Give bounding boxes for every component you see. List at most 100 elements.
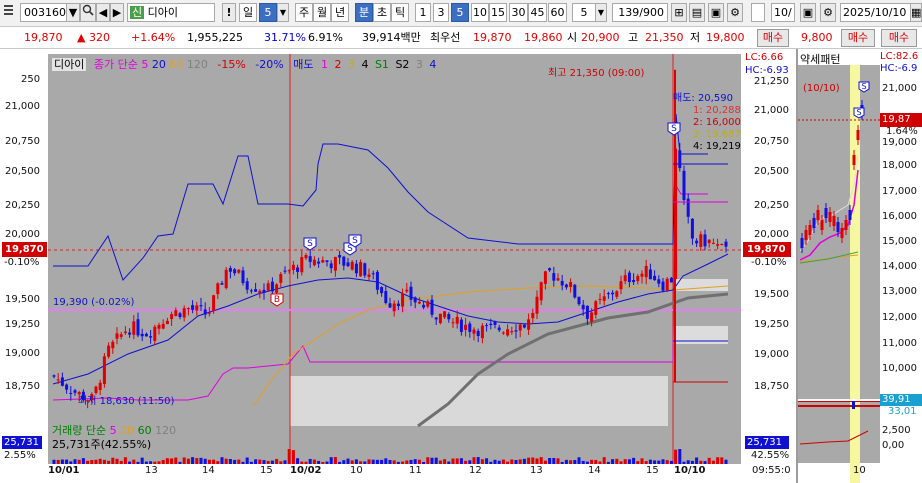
candle-body <box>417 301 421 304</box>
candle-body <box>443 311 447 318</box>
right-y-tick: 20,250 <box>754 200 789 211</box>
stock-code-input[interactable]: 003160 <box>20 3 67 22</box>
volume-bar <box>123 457 127 464</box>
legend-ma-5[interactable]: 5 <box>141 58 148 71</box>
period-second-button[interactable]: 초 <box>373 3 391 22</box>
side-candle-body <box>812 218 816 228</box>
x-axis: 10/01 13 14 15 10/02 10 11 12 13 14 15 1… <box>48 464 793 483</box>
legend-ma-60[interactable]: 60 <box>169 58 183 71</box>
minute-5-button[interactable]: 5 <box>451 3 469 22</box>
price-plot-area[interactable]: S S S B S 최고 21,350 (09:00) 최저 18,630 (1… <box>48 54 741 464</box>
alert-button[interactable]: ! <box>222 3 236 22</box>
turnover-rate: 6.91% <box>308 31 343 44</box>
left-y-tick: 20,000 <box>5 229 40 240</box>
low-label: 저 <box>690 31 701 44</box>
volume-bar <box>191 457 195 464</box>
next-stock-icon[interactable]: ▶ <box>110 3 124 22</box>
checkbox[interactable] <box>751 3 765 22</box>
count-input[interactable]: 5 <box>572 3 596 22</box>
buy-button[interactable]: 매수 <box>757 29 789 47</box>
date-field[interactable]: 2025/10/10 <box>840 3 912 22</box>
count-dropdown-icon[interactable]: ▼ <box>595 3 607 22</box>
candle-body <box>564 284 568 288</box>
candle-body <box>636 275 640 282</box>
menu-icon[interactable] <box>2 3 15 22</box>
minute-3-button[interactable]: 3 <box>433 3 449 22</box>
layout-icon[interactable]: ▤ <box>689 3 705 22</box>
grid-icon[interactable]: ⊞ <box>671 3 687 22</box>
volume-bar <box>333 457 337 464</box>
side-plot-area[interactable]: (10/10) S S <box>798 65 880 399</box>
settings-icon[interactable]: ⚙ <box>727 3 743 22</box>
candle-body <box>333 256 337 271</box>
left-y-tick: 19,000 <box>5 348 40 359</box>
stock-name-field[interactable]: 신 디아이 <box>127 3 215 22</box>
x-label: 10 <box>350 465 363 476</box>
volume-bar <box>577 457 581 464</box>
period-count-select[interactable]: 5 <box>259 3 277 22</box>
save-icon[interactable]: ▣ <box>708 3 724 22</box>
candle-body <box>77 392 81 395</box>
minute-1-button[interactable]: 1 <box>415 3 431 22</box>
period-year-button[interactable]: 년 <box>331 3 349 22</box>
x-label: 13 <box>145 465 158 476</box>
candle-body <box>699 234 703 247</box>
minute-15-button[interactable]: 15 <box>489 3 507 22</box>
side-signal-marker[interactable]: S <box>858 81 870 93</box>
side-candle-body <box>852 155 856 165</box>
period-month-button[interactable]: 월 <box>313 3 331 22</box>
candle-body <box>695 240 699 244</box>
period-tick-button[interactable]: 틱 <box>391 3 409 22</box>
candle-body <box>174 310 178 316</box>
legend-sell-item: 1 <box>320 58 328 71</box>
sell-signal-marker[interactable]: S <box>303 237 317 251</box>
minute-30-button[interactable]: 30 <box>509 3 528 22</box>
candle-body <box>186 308 190 310</box>
x-label: 10/01 <box>48 465 80 476</box>
period-minute-button[interactable]: 분 <box>355 3 373 22</box>
minute-10-button[interactable]: 10 <box>471 3 489 22</box>
calendar-icon[interactable]: ▦ <box>910 3 922 22</box>
side-buy-button[interactable]: 매수 <box>841 29 875 47</box>
legend-ma-120[interactable]: 120 <box>187 58 208 71</box>
volume-panel: 거래량 단순 5 20 60 120 25,731주(42.55%) <box>48 421 741 464</box>
candle-body <box>426 301 430 307</box>
minute-60-button[interactable]: 60 <box>548 3 567 22</box>
candle-body <box>262 289 266 293</box>
side-ma-line <box>799 154 859 252</box>
side-buy-button-2[interactable]: 매수 <box>881 29 917 47</box>
legend-sell-item: S1 <box>374 58 389 71</box>
candle-body <box>207 312 211 314</box>
buy-signal-marker[interactable]: B <box>270 293 284 307</box>
side-volume-box2: 33,01 <box>888 406 917 417</box>
minute-45-button[interactable]: 45 <box>528 3 547 22</box>
side-volume-box: 39,91 <box>880 394 922 406</box>
period-week-button[interactable]: 주 <box>295 3 313 22</box>
side-settings-icon[interactable]: ⚙ <box>820 3 836 22</box>
side-candle-body <box>844 220 848 230</box>
legend-stock-name: 디아이 <box>52 58 87 71</box>
side-candle-body <box>836 222 840 232</box>
candle-body <box>434 317 438 320</box>
search-icon[interactable] <box>80 3 96 22</box>
candle-body <box>228 268 232 272</box>
candle-body <box>577 296 581 305</box>
legend-ma-20[interactable]: 20 <box>152 58 166 71</box>
candle-body <box>254 289 258 292</box>
side-y-tick: 15,000 <box>882 236 917 247</box>
period-day-button[interactable]: 일 <box>239 3 257 22</box>
volume-axis-top: 25,731 <box>2 436 42 449</box>
candle-body <box>506 329 510 336</box>
right-code-field[interactable]: 10/ <box>771 3 795 22</box>
candle-body <box>489 323 493 326</box>
x-label: 11 <box>409 465 422 476</box>
candle-body <box>266 283 270 291</box>
signal-text: B <box>274 295 280 305</box>
prev-stock-icon[interactable]: ◀ <box>96 3 110 22</box>
side-chart-svg: (10/10) S S <box>798 65 880 399</box>
volume-bar <box>426 457 430 464</box>
side-save-icon[interactable]: ▣ <box>800 3 816 22</box>
side-y-tick: 17,000 <box>882 186 917 197</box>
period-dropdown-icon[interactable]: ▼ <box>277 3 289 22</box>
code-dropdown-icon[interactable]: ▼ <box>66 3 80 22</box>
